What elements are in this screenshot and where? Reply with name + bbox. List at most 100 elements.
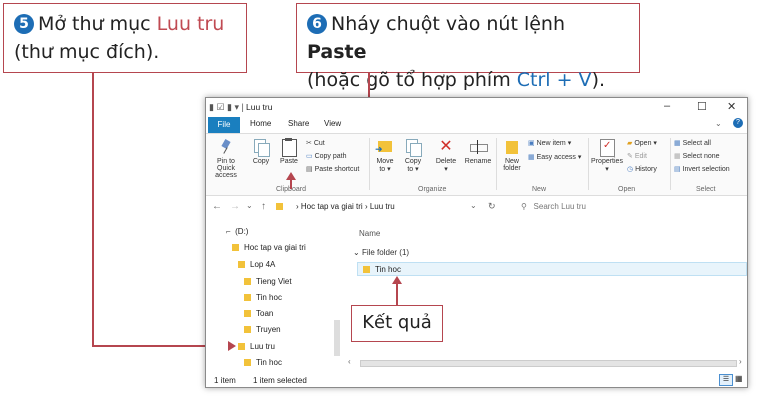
open-button[interactable]: ▰ Open ▾ [627,139,657,147]
column-header-name[interactable]: Name [359,229,380,238]
edit-button[interactable]: ✎ Edit [627,152,647,160]
breadcrumb-luu-tru[interactable]: Luu tru [370,202,395,211]
new-item-icon: ▣ [528,140,535,147]
select-none-button[interactable]: ▦ Select none [674,152,720,160]
new-folder-button[interactable]: New folder [500,138,524,172]
title-bar: ▮ ☑ ▮ ▾ | Luu tru – ☐ ✕ [206,98,747,117]
step6-callout: 6 Nháy chuột vào nút lệnh Paste (hoặc gõ … [296,3,640,91]
tree-item-tieng-viet[interactable]: Tieng Viet [244,277,292,286]
folder-icon [244,278,251,285]
copy-path-label: Copy path [314,153,347,160]
group-new-label: New [532,186,547,193]
tree-label: Tin hoc [256,293,282,302]
chevron-down-icon[interactable]: ⌄ [715,119,722,128]
select-all-button[interactable]: ▦ Select all [674,139,711,147]
file-item-tin-hoc[interactable]: Tin hoc [363,265,401,274]
file-item-label: Tin hoc [375,265,401,274]
tab-home[interactable]: Home [250,119,271,128]
properties-label: Properties [591,158,623,165]
folder-icon [363,266,370,273]
maximize-icon[interactable]: ☐ [697,100,707,113]
scroll-right-icon[interactable]: › [739,357,742,366]
large-icons-view-icon[interactable]: ▦ [735,374,743,383]
tree-label: Truyen [256,325,281,334]
address-dropdown-icon[interactable]: ⌄ [470,201,477,210]
properties-button[interactable]: ✓ Properties ▾ [590,138,624,173]
pin-to-quick-access-button[interactable]: Pin to Quick access [208,138,244,179]
copy-to-button[interactable]: Copy to ▾ [402,138,424,173]
tree-item-luu-tru[interactable]: Luu tru [238,342,275,351]
navigation-scrollbar[interactable] [334,320,340,356]
luu-tru-arrow-head [228,341,236,351]
selected-file-row[interactable] [357,262,747,276]
copy-label: Copy [252,158,270,165]
move-to-button[interactable]: ➜ Move to ▾ [374,138,396,173]
horizontal-scrollbar[interactable] [360,360,737,367]
tree-item-luu-tru-tin-hoc[interactable]: Tin hoc [244,358,282,367]
step5-text-2: (thư mục đích). [14,41,160,63]
tree-item-hoc-tap[interactable]: Hoc tap va giai tri [232,243,306,252]
rename-button[interactable]: Rename [464,138,492,165]
pin-icon [216,138,236,156]
ribbon-separator [369,138,370,190]
new-item-button[interactable]: ▣ New item ▾ [528,139,571,147]
rename-icon [468,138,488,156]
select-none-icon: ▦ [674,153,681,160]
pin-label: Pin to Quick access [215,158,237,179]
delete-icon: ✕ [439,138,453,155]
cut-button[interactable]: ✂ Cut [306,139,325,147]
edit-icon: ✎ [627,153,633,160]
tree-item-lop-4a[interactable]: Lop 4A [238,260,275,269]
step5-folder-name: Luu tru [156,13,225,35]
copy-button[interactable]: Copy [250,138,272,165]
properties-icon: ✓ [597,138,617,157]
quick-access-toolbar[interactable]: ▮ ☑ ▮ ▾ | [209,102,244,113]
tree-item-tin-hoc[interactable]: Tin hoc [244,293,282,302]
address-path[interactable]: › Hoc tap va giai tri › Luu tru [296,202,395,211]
invert-selection-label: Invert selection [682,166,730,173]
step6-text: Nháy chuột vào nút lệnh [331,13,566,35]
select-none-label: Select none [682,153,720,160]
up-arrow-icon[interactable]: ↑ [261,201,266,212]
breadcrumb-hoc-tap[interactable]: Hoc tap va giai tri [301,202,363,211]
refresh-icon[interactable]: ↻ [488,201,496,212]
search-box[interactable]: ⚲ Search Luu tru [521,202,586,211]
move-to-label: Move to [376,158,394,173]
window-title: Luu tru [246,102,273,112]
select-all-icon: ▦ [674,140,681,147]
tree-item-truyen[interactable]: Truyen [244,325,281,334]
easy-access-button[interactable]: ▦ Easy access ▾ [528,153,581,161]
history-button[interactable]: ◷ History [627,165,657,173]
step5-number-badge: 5 [14,14,34,34]
group-header-label: File folder (1) [361,248,410,257]
step6-number-badge: 6 [307,14,327,34]
folder-icon [244,294,251,301]
minimize-icon[interactable]: – [664,100,670,112]
tree-label: Hoc tap va giai tri [244,243,306,252]
tree-item-drive-d[interactable]: ⌐ (D:) [226,227,248,236]
tab-share[interactable]: Share [288,119,309,128]
paste-label: Paste [280,158,298,165]
delete-button[interactable]: ✕ Delete ▾ [434,138,458,173]
invert-selection-button[interactable]: ▤ Invert selection [674,165,730,173]
back-arrow-icon[interactable]: ← [212,201,222,212]
copy-path-button[interactable]: ▭ Copy path [306,152,347,160]
paste-button[interactable]: Paste [278,138,300,165]
recent-chevron-icon[interactable]: ⌄ [246,201,253,210]
step6-keys: Ctrl + V [516,69,592,91]
paste-shortcut-button[interactable]: ▤ Paste shortcut [306,165,359,173]
group-select-label: Select [696,186,716,193]
step6-command: Paste [307,41,367,63]
new-folder-label: New folder [503,158,521,172]
scroll-left-icon[interactable]: ‹ [348,357,351,366]
group-header[interactable]: ⌄ File folder (1) [353,248,409,257]
tab-view[interactable]: View [324,119,341,128]
details-view-icon[interactable]: ☰ [719,374,733,386]
tab-file[interactable]: File [208,117,240,133]
close-icon[interactable]: ✕ [727,100,736,113]
help-icon[interactable]: ? [733,118,743,128]
folder-icon [244,359,251,366]
forward-arrow-icon[interactable]: → [230,201,240,212]
folder-icon [232,244,239,251]
tree-item-toan[interactable]: Toan [244,309,273,318]
